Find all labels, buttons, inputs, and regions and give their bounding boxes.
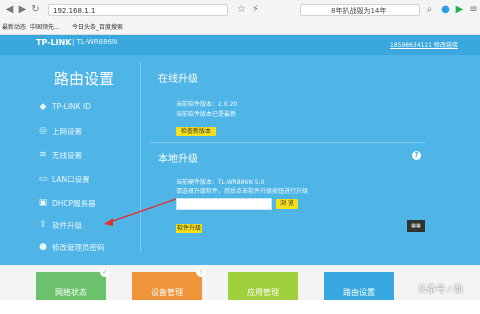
lightning-icon[interactable]: ⚡	[250, 4, 261, 15]
bookmark-item[interactable]: 中国领先...	[30, 21, 60, 34]
sidebar-item-wireless[interactable]: ≋ 无线设置	[32, 145, 136, 165]
upgrade-hint: 请选择升级软件，然后点击软件升级按钮进行升级	[176, 188, 309, 195]
check-icon: ✓	[100, 267, 110, 277]
sidebar-item-label: 软件升级	[52, 221, 82, 230]
sidebar-item-label: DHCP服务器	[52, 199, 96, 208]
tile-router-settings[interactable]: 路由设置	[324, 272, 394, 300]
check-version-button[interactable]: 检查新版本	[176, 127, 216, 136]
bookmarks-bar: 最新动态 中国领先... 今日头条_百度搜索	[0, 21, 480, 34]
section-divider	[150, 142, 425, 143]
header-link[interactable]: 18598634121 修改链接	[390, 40, 458, 49]
bookmark-item[interactable]: 今日头条_百度搜索	[72, 21, 123, 34]
local-upgrade-title: 本地升级	[158, 154, 198, 165]
version-status: 当前软件版本已是最新	[176, 111, 237, 118]
tile-device-management[interactable]: 设备管理 !	[132, 267, 206, 300]
tile-network-status[interactable]: 网络状态 ✓	[36, 267, 110, 300]
current-hardware-version: 当前硬件版本：TL-WR886N 5.0	[176, 179, 265, 186]
online-upgrade-title: 在线升级	[158, 74, 198, 85]
sidebar-item-dhcp[interactable]: ▣ DHCP服务器	[32, 193, 136, 213]
tile-app-management[interactable]: 应用管理	[228, 272, 298, 300]
sidebar-item-label: TP-LINK ID	[52, 102, 91, 111]
sidebar-divider	[140, 62, 141, 252]
id-icon: ◆	[39, 102, 47, 112]
chat-icon[interactable]: ●	[440, 4, 451, 15]
sidebar-item-label: 修改管理员密码	[52, 243, 105, 252]
sidebar-item-upgrade[interactable]: ⇪ 软件升级	[32, 215, 136, 235]
browse-button[interactable]: 浏 览	[276, 199, 298, 209]
sidebar-item-lan[interactable]: ▭ LAN口设置	[32, 169, 136, 189]
sidebar-item-label: 上网设置	[52, 127, 82, 136]
search-icon[interactable]: ⌕	[424, 4, 435, 15]
menu-icon[interactable]: ≡	[468, 4, 479, 15]
address-bar[interactable]: 192.168.1.1	[48, 4, 228, 16]
tile-label: 路由设置	[343, 288, 375, 297]
globe-icon: ◎	[39, 126, 47, 136]
software-upgrade-button[interactable]: 软件升级	[176, 224, 202, 233]
sidebar-title: 路由设置	[53, 70, 114, 88]
sidebar-item-internet[interactable]: ◎ 上网设置	[32, 121, 136, 141]
help-icon[interactable]: ?	[412, 151, 421, 160]
dhcp-icon: ▣	[38, 198, 48, 208]
user-icon: ●	[39, 242, 47, 252]
browser-toolbar: ◀ ▶ ↻ 192.168.1.1 ☆ ⚡ 8年扒战毁为14年 ⌕ ● ▶ ≡	[0, 0, 480, 20]
brand-logo: TP-LINK	[36, 38, 72, 47]
tile-label: 应用管理	[247, 288, 279, 297]
bookmark-item[interactable]: 最新动态	[2, 21, 26, 34]
tile-label: 网络状态	[55, 288, 87, 297]
sidebar-item-label: LAN口设置	[52, 175, 90, 184]
corner-badge: ▦▦	[407, 220, 425, 232]
model-name: | TL-WR886N	[72, 38, 118, 46]
wifi-icon: ≋	[39, 150, 47, 160]
forward-icon[interactable]: ▶	[17, 4, 28, 15]
play-icon[interactable]: ▶	[454, 4, 465, 15]
file-path-input[interactable]	[176, 198, 272, 210]
sidebar-item-tplink-id[interactable]: ◆ TP-LINK ID	[32, 97, 136, 117]
back-icon[interactable]: ◀	[4, 4, 15, 15]
watermark: 头条号 / 鼎	[418, 285, 463, 295]
upload-icon: ⇪	[39, 220, 47, 230]
lan-icon: ▭	[38, 174, 48, 184]
alert-icon: !	[196, 267, 206, 277]
star-icon[interactable]: ☆	[236, 4, 247, 15]
sidebar-item-password[interactable]: ● 修改管理员密码	[32, 237, 136, 257]
refresh-icon[interactable]: ↻	[30, 4, 41, 15]
tile-label: 设备管理	[151, 288, 183, 297]
sidebar-item-label: 无线设置	[52, 151, 82, 160]
search-input[interactable]: 8年扒战毁为14年	[300, 4, 420, 16]
current-software-version: 当前软件版本：2.0.20	[176, 101, 238, 108]
